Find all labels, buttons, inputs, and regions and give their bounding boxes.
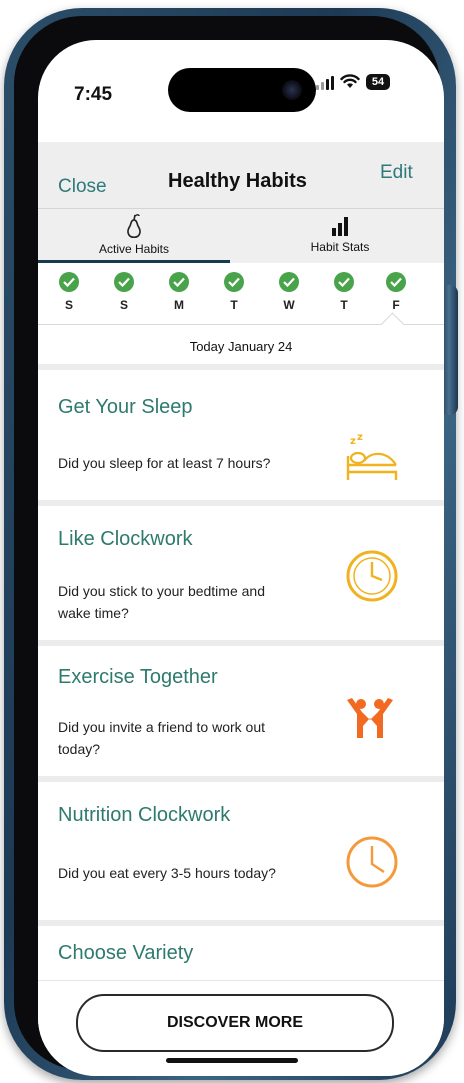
check-icon	[224, 272, 244, 292]
habit-title: Get Your Sleep	[58, 396, 193, 418]
dynamic-island	[168, 68, 316, 112]
clock-icon	[346, 836, 398, 888]
people-exercise-icon	[347, 698, 393, 738]
day-letter: T	[340, 298, 348, 312]
habit-card[interactable]: Like Clockwork Did you stick to your bed…	[38, 500, 444, 646]
camera-icon	[282, 80, 302, 100]
day-letter: T	[230, 298, 238, 312]
day-item[interactable]: S	[56, 272, 82, 312]
clock-icon	[346, 550, 398, 602]
svg-text:z: z	[350, 436, 356, 447]
check-icon	[334, 272, 354, 292]
habit-card[interactable]: Get Your Sleep Did you sleep for at leas…	[38, 364, 444, 506]
habit-question: Did you invite a friend to work out toda…	[58, 719, 265, 757]
bed-sleep-icon: z z	[346, 432, 398, 480]
date-label: Today January 24	[189, 339, 293, 354]
bar-chart-icon	[332, 217, 348, 236]
habit-title: Like Clockwork	[58, 528, 193, 550]
app-screen: 7:45 54 Close Healthy Habits Edit Active…	[38, 40, 444, 1076]
habit-title: Nutrition Clockwork	[58, 804, 231, 826]
discover-more-button[interactable]: DISCOVER MORE	[76, 994, 394, 1052]
home-indicator	[166, 1058, 298, 1063]
habit-title: Choose Variety	[58, 942, 194, 964]
signal-icon	[316, 74, 334, 90]
day-item[interactable]: M	[166, 272, 192, 312]
check-icon	[114, 272, 134, 292]
battery-icon: 54	[366, 74, 390, 90]
habit-card[interactable]: Exercise Together Did you invite a frien…	[38, 640, 444, 782]
check-icon	[169, 272, 189, 292]
day-item[interactable]: T	[331, 272, 357, 312]
day-item[interactable]: S	[111, 272, 137, 312]
day-letter: S	[64, 298, 73, 312]
nav-header: Close Healthy Habits Edit	[38, 142, 444, 208]
habit-question: Did you eat every 3-5 hours today?	[58, 865, 276, 881]
day-letter: F	[392, 298, 400, 312]
page-title: Healthy Habits	[168, 170, 307, 192]
check-icon	[279, 272, 299, 292]
day-letter: M	[174, 298, 184, 312]
day-letter: W	[283, 298, 295, 312]
tab-active-habits-label: Active Habits	[98, 242, 170, 256]
tab-habit-stats[interactable]: Habit Stats	[260, 209, 420, 263]
status-icons: 54	[316, 70, 390, 94]
date-row: Today January 24	[38, 312, 444, 365]
day-item[interactable]: T	[221, 272, 247, 312]
week-day-strip: S S M T W T F	[38, 264, 444, 324]
tab-habit-stats-label: Habit Stats	[310, 240, 370, 254]
habit-question: Did you sleep for at least 7 hours?	[58, 455, 271, 471]
edit-button[interactable]: Edit	[380, 162, 413, 184]
day-item[interactable]: W	[276, 272, 302, 312]
day-letter: S	[119, 298, 128, 312]
check-icon	[59, 272, 79, 292]
habit-title: Exercise Together	[58, 666, 218, 688]
svg-text:z: z	[357, 432, 363, 443]
check-icon	[386, 272, 406, 292]
phone-bezel: 7:45 54 Close Healthy Habits Edit Active…	[14, 16, 444, 1076]
status-time: 7:45	[74, 84, 113, 105]
close-button[interactable]: Close	[58, 176, 107, 198]
day-item-selected[interactable]: F	[383, 272, 409, 312]
wifi-icon	[340, 74, 360, 88]
tab-active-habits[interactable]: Active Habits	[38, 209, 230, 263]
habit-card[interactable]: Nutrition Clockwork Did you eat every 3-…	[38, 776, 444, 926]
pear-icon	[127, 214, 141, 239]
tab-bar: Active Habits Habit Stats	[38, 208, 444, 263]
habit-question: Did you stick to your bedtime and wake t…	[58, 583, 265, 621]
